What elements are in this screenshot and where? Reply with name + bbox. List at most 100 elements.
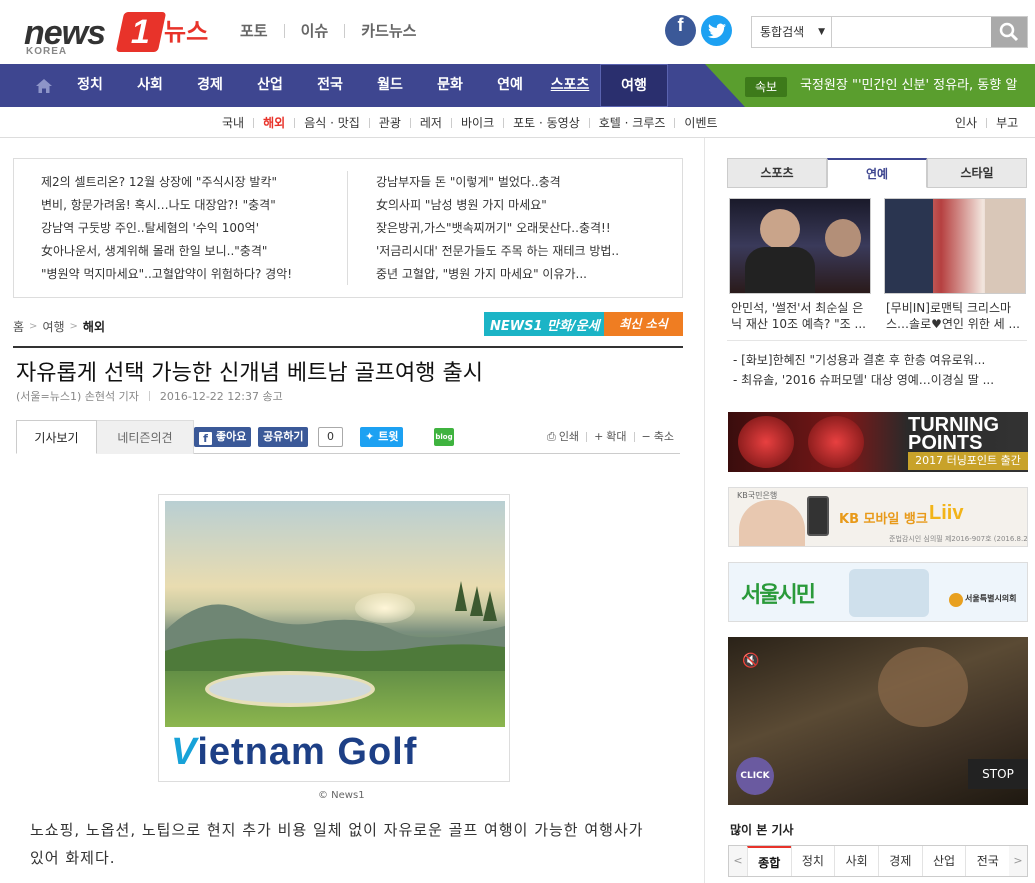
headline-link[interactable]: 잦은방귀,가스"뱃속찌꺼기" 오래못산다..충격!! [376, 217, 676, 240]
blog-button[interactable]: blog [434, 428, 454, 446]
thumb-caption[interactable]: [무비IN]로맨틱 크리스마스…솔로♥연인 위한 세 ... [886, 300, 1028, 332]
popular-tab-economy[interactable]: 경제 [877, 846, 922, 876]
top-nav-photo[interactable]: 포토 [240, 20, 268, 41]
subnav-obituary[interactable]: 부고 [996, 114, 1018, 131]
nav-society[interactable]: 사회 [120, 64, 180, 107]
nav-entertainment[interactable]: 연예 [480, 64, 540, 107]
news1-logo[interactable]: news 1 뉴스 KOREA [24, 8, 224, 58]
subnav-personnel[interactable]: 인사 [955, 114, 977, 131]
plus-icon: + [594, 430, 604, 443]
popular-tab-politics[interactable]: 정치 [790, 846, 835, 876]
thumb-person [760, 209, 800, 249]
share-button[interactable]: 공유하기 [258, 427, 309, 447]
headline-link[interactable]: 강남부자들 돈 "이렇게" 벌었다..충격 [376, 171, 676, 194]
ad-kb-liiv[interactable]: KB국민은행 KB 모바일 뱅크 Liiv 준법감시인 심의필 제2016-90… [728, 487, 1028, 547]
thumb-poster [985, 199, 1025, 293]
article-photo[interactable]: Vietnam Golf [158, 494, 510, 782]
headline-link[interactable]: 女아나운서, 생계위해 몰래 한일 보니.."충격" [41, 240, 341, 263]
nav-politics[interactable]: 정치 [60, 64, 120, 107]
top-nav-cardnews[interactable]: 카드뉴스 [361, 20, 416, 41]
zoom-out-button[interactable]: 축소 [654, 421, 674, 453]
mute-icon[interactable]: 🔇 [742, 653, 759, 669]
reporter: (서울=뉴스1) 손현석 기자 [16, 390, 139, 403]
subnav-photo-video[interactable]: 포토 · 동영상 [513, 114, 580, 131]
twitter-icon[interactable] [701, 15, 732, 46]
subnav-food[interactable]: 음식 · 맛집 [304, 114, 360, 131]
breaking-text[interactable]: 국정원장 "'민간인 신분' 정유라, 동향 알 [800, 64, 1035, 107]
search-scope-select[interactable]: 통합검색 ▼ [752, 17, 832, 47]
search-icon [999, 22, 1019, 42]
popular-title: 많이 본 기사 [730, 823, 794, 837]
headline-link[interactable]: 강남역 구둣방 주인..탈세혐의 '수익 100억' [41, 217, 341, 240]
popular-tab-society[interactable]: 사회 [834, 846, 878, 876]
logo-v: V [171, 731, 198, 773]
facebook-icon[interactable]: f [665, 15, 696, 46]
search-input[interactable] [833, 17, 991, 47]
nav-travel[interactable]: 여행 [600, 64, 668, 107]
breadcrumb-home[interactable]: 홈 [13, 318, 24, 335]
headline-link[interactable]: 제2의 셀트리온? 12월 상장에 "주식시장 발칵" [41, 171, 341, 194]
share-count: 0 [318, 427, 343, 447]
home-button[interactable] [28, 64, 60, 107]
subnav-overseas[interactable]: 해외 [263, 114, 285, 131]
subnav-leisure[interactable]: 레저 [420, 114, 442, 131]
popular-tab-nation[interactable]: 전국 [965, 846, 1009, 876]
breadcrumb-travel[interactable]: 여행 [42, 318, 64, 335]
tab-comments[interactable]: 네티즌의견 [97, 420, 194, 454]
nav-world[interactable]: 월드 [360, 64, 420, 107]
headline-link[interactable]: 중년 고혈압, "병원 가지 마세요" 이유가... [376, 263, 676, 286]
sidebar-thumb[interactable] [884, 198, 1026, 294]
sidebar-tab-style[interactable]: 스타일 [927, 158, 1027, 188]
list-item[interactable]: - 최유솔, '2016 슈퍼모델' 대상 영예…이경실 딸 ... [733, 370, 1027, 390]
nav-culture[interactable]: 문화 [420, 64, 480, 107]
ad-text: KB 모바일 뱅크 [839, 512, 928, 527]
facebook-like-button[interactable]: f 좋아요 [194, 427, 252, 447]
chevron-right-icon[interactable]: > [1009, 846, 1027, 876]
headline-link[interactable]: "병원약 먹지마세요"..고혈압약이 위험하다? 경악! [41, 263, 341, 286]
subnav-tour[interactable]: 관광 [379, 114, 401, 131]
zoom-in-button[interactable]: 확대 [606, 421, 626, 453]
article-body: 노쇼핑, 노옵션, 노팁으로 현지 추가 비용 일체 없이 자유로운 골프 여행… [30, 821, 644, 867]
popular-tab-industry[interactable]: 산업 [921, 846, 966, 876]
subnav-hotel-cruise[interactable]: 호텔 · 크루즈 [599, 114, 666, 131]
main-nav: 정치 사회 경제 산업 전국 월드 문화 연예 스포츠 여행 [28, 64, 668, 107]
top-nav-issue[interactable]: 이슈 [301, 20, 329, 41]
promo-banner[interactable]: NEWS1 만화/운세 최신 소식 [484, 312, 683, 336]
dropdown-arrow-icon: ▼ [818, 27, 825, 37]
video-stop-button[interactable]: STOP [968, 759, 1028, 789]
nav-industry[interactable]: 산업 [240, 64, 300, 107]
print-button[interactable]: 인쇄 [559, 421, 579, 453]
like-label: 좋아요 [216, 430, 247, 443]
breaking-news-ticker[interactable]: 속보 국정원장 "'민간인 신분' 정유라, 동향 알 [705, 64, 1035, 107]
twitter-icon: ✦ [365, 430, 375, 443]
nav-nation[interactable]: 전국 [300, 64, 360, 107]
ad-people [849, 569, 929, 617]
divider [347, 171, 348, 285]
search-button[interactable] [991, 17, 1027, 47]
headline-link[interactable]: 女의사피 "남성 병원 가지 마세요" [376, 194, 676, 217]
sidebar-tab-sports[interactable]: 스포츠 [727, 158, 827, 188]
tab-article[interactable]: 기사보기 [16, 420, 97, 454]
subnav-domestic[interactable]: 국내 [222, 114, 244, 131]
video-ad[interactable]: 🔇 CLICK STOP [728, 637, 1028, 805]
print-icon: ⎙ [547, 430, 556, 443]
headline-link[interactable]: '저금리시대' 전문가들도 주목 하는 재테크 방법.. [376, 240, 676, 263]
top-nav: 포토 이슈 카드뉴스 [240, 20, 416, 41]
nav-economy[interactable]: 경제 [180, 64, 240, 107]
chevron-left-icon[interactable]: < [729, 846, 747, 876]
tweet-label: 트윗 [378, 430, 399, 443]
popular-tab-all[interactable]: 종합 [746, 846, 791, 876]
tweet-button[interactable]: ✦ 트윗 [360, 427, 404, 447]
nav-sports[interactable]: 스포츠 [540, 64, 600, 107]
sidebar-tab-entertainment[interactable]: 연예 [827, 158, 927, 188]
headline-link[interactable]: 변비, 항문가려움! 혹시…나도 대장암?! "충격" [41, 194, 341, 217]
ad-seoul-council[interactable]: 서울시민 서울특별시의회 [728, 562, 1028, 622]
ad-turning-points[interactable]: TURNING POINTS 2017 터닝포인트 출간 [728, 412, 1028, 472]
thumb-caption[interactable]: 안민석, '썰전'서 최순실 은닉 재산 10조 예측? "조 ... [731, 300, 873, 332]
sub-nav: 국내 해외 음식 · 맛집 관광 레저 바이크 포토 · 동영상 호텔 · 크루… [222, 107, 718, 138]
subnav-event[interactable]: 이벤트 [684, 114, 717, 131]
subnav-bike[interactable]: 바이크 [461, 114, 494, 131]
sidebar-thumb[interactable] [729, 198, 871, 294]
video-click-button[interactable]: CLICK [736, 757, 774, 795]
list-item[interactable]: - [화보]한혜진 "기성용과 결혼 후 한층 여유로워... [733, 350, 1027, 370]
